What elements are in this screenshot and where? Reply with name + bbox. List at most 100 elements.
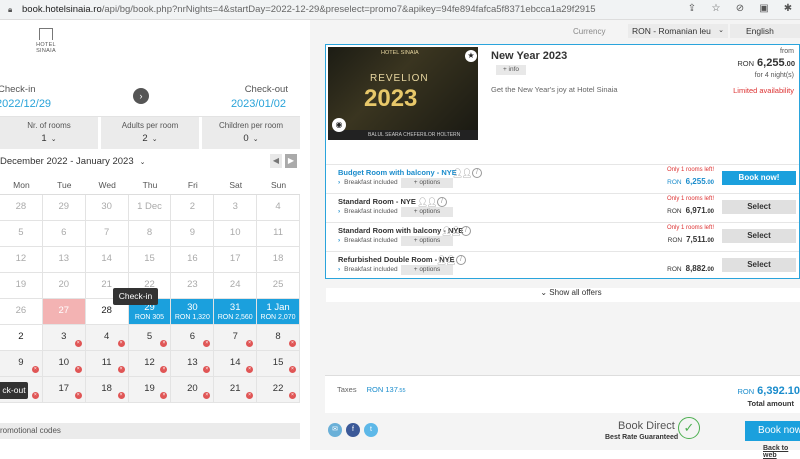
puzzle-icon[interactable]: ✱ [782, 3, 794, 15]
select-room-button[interactable]: Select [722, 200, 796, 214]
calendar-day[interactable]: 3× [43, 325, 86, 351]
day-number: 6 [61, 227, 66, 238]
adults-select[interactable]: Adults per room 2⌄ [101, 117, 199, 149]
prev-month-icon[interactable]: ◀ [270, 154, 282, 168]
calendar-day[interactable]: 5× [129, 325, 172, 351]
breakfast-toggle[interactable]: Breakfast included [338, 179, 398, 186]
calendar-day[interactable]: 13× [171, 351, 214, 377]
room-row: Budget Room with balcony - NYE Breakfast … [326, 164, 799, 192]
arrow-right-icon[interactable]: › [133, 88, 149, 104]
calendar-day[interactable]: 18× [86, 377, 129, 403]
room-price: RON7,511.00 [668, 235, 714, 244]
day-number: 13 [58, 253, 69, 264]
room-price: RON6,971.00 [667, 206, 714, 215]
share-icon[interactable]: ⇪ [686, 3, 698, 15]
offer-title: New Year 2023 [491, 50, 567, 62]
calendar-day[interactable]: 1 JanRON 2,070 [257, 299, 300, 325]
day-number: 14 [230, 357, 241, 368]
calendar-day[interactable]: 2 [0, 325, 43, 351]
calendar-day[interactable]: 27 [43, 299, 86, 325]
calendar-day[interactable]: 9× [0, 351, 43, 377]
chevron-down-icon: ⌄ [140, 159, 146, 166]
no-tracking-icon[interactable]: ⊘ [734, 3, 746, 15]
no-smoking-icon: / [437, 197, 447, 207]
browser-toolbar: ⇪ ☆ ⊘ ▣ ✱ [686, 3, 794, 15]
day-number: 10 [230, 227, 241, 238]
day-number: 4 [104, 331, 109, 342]
select-room-button[interactable]: Select [722, 229, 796, 243]
back-to-website-link[interactable]: Back to web [763, 445, 800, 459]
checkin-date[interactable]: 2022/12/29 [0, 98, 51, 110]
calendar-day[interactable]: 19× [129, 377, 172, 403]
room-name[interactable]: Budget Room with balcony - NYE [338, 168, 457, 177]
currency-select[interactable]: RON - Romanian leu⌄ [628, 24, 728, 38]
browser-address-bar[interactable]: 🔒︎ book.hotelsinaia.ro/api/bg/book.php?n… [0, 0, 800, 20]
day-number: 20 [58, 279, 69, 290]
calendar-day[interactable]: 7× [214, 325, 257, 351]
language-select[interactable]: English [730, 24, 800, 38]
promotional-codes-toggle[interactable]: romotional codes [0, 423, 300, 439]
options-button[interactable]: + options [401, 265, 453, 275]
extension-icon[interactable]: ▣ [758, 3, 770, 15]
calendar-day[interactable]: 31RON 2,560 [214, 299, 257, 325]
facebook-share-icon[interactable]: f [346, 423, 360, 437]
calendar-day[interactable]: 10× [43, 351, 86, 377]
rooms-count-select[interactable]: Nr. of rooms 1⌄ [0, 117, 98, 149]
calendar-day: 14 [86, 247, 129, 273]
room-name[interactable]: Standard Room - NYE [338, 197, 416, 206]
footer-actions: ✉ f t Book Direct Best Rate Guaranteed ✓… [325, 415, 800, 450]
checkout-date[interactable]: 2023/01/02 [231, 98, 286, 110]
from-label: from [780, 48, 794, 55]
options-button[interactable]: + options [401, 207, 453, 217]
rooms-left: Only 1 rooms left! [667, 196, 714, 202]
calendar-day[interactable]: 6× [171, 325, 214, 351]
calendar-day[interactable]: 8× [257, 325, 300, 351]
calendar-day[interactable]: 11× [86, 351, 129, 377]
children-select[interactable]: Children per room 0⌄ [202, 117, 300, 149]
info-button[interactable]: + info [496, 65, 526, 75]
calendar-day[interactable]: 17× [43, 377, 86, 403]
day-number: 23 [187, 279, 198, 290]
calendar-day: 25 [257, 273, 300, 299]
unavailable-icon: × [32, 392, 39, 399]
bookmark-star-icon[interactable]: ☆ [710, 3, 722, 15]
calendar-day[interactable]: 14× [214, 351, 257, 377]
unavailable-icon: × [246, 392, 253, 399]
options-button[interactable]: + options [401, 236, 453, 246]
day-number: 24 [230, 279, 241, 290]
hotel-logo[interactable]: HOTEL SINAIA [26, 28, 66, 54]
calendar-day[interactable]: 4× [86, 325, 129, 351]
breakfast-toggle[interactable]: Breakfast included [338, 237, 398, 244]
next-month-icon[interactable]: ▶ [285, 154, 297, 168]
show-all-offers-link[interactable]: ⌄ Show all offers [326, 288, 800, 302]
email-share-icon[interactable]: ✉ [328, 423, 342, 437]
breakfast-toggle[interactable]: Breakfast included [338, 208, 398, 215]
offer-image[interactable]: HOTEL SINAIA REVELION 2023 BALUL SEARA C… [328, 47, 478, 140]
day-number: 21 [230, 383, 241, 394]
calendar-day[interactable]: 20× [171, 377, 214, 403]
chevron-down-icon: ⌄ [540, 288, 549, 297]
book-now-button[interactable]: Book now [745, 421, 800, 441]
checkout-tooltip: ck-out [0, 382, 28, 399]
options-button[interactable]: + options [401, 178, 453, 188]
breakfast-toggle[interactable]: Breakfast included [338, 266, 398, 273]
calendar-day[interactable]: 21 × [214, 377, 257, 403]
eye-icon[interactable]: ◉ [332, 118, 346, 132]
twitter-share-icon[interactable]: t [364, 423, 378, 437]
persons-icon: 👤︎👤︎ [417, 197, 436, 208]
day-number: 26 [16, 305, 27, 316]
calendar-day[interactable]: 15× [257, 351, 300, 377]
weekday-label: Fri [171, 180, 214, 194]
day-number: 11 [273, 227, 283, 238]
select-room-button[interactable]: Select [722, 258, 796, 272]
month-select[interactable]: December 2022 - January 2023⌄ [0, 156, 145, 167]
room-row: Standard Room with balcony - NYEBreakfas… [326, 222, 799, 250]
url-text[interactable]: book.hotelsinaia.ro/api/bg/book.php?nrNi… [22, 4, 596, 15]
calendar-day[interactable]: 30RON 1,320 [171, 299, 214, 325]
calendar-day[interactable]: 22× [257, 377, 300, 403]
star-icon[interactable]: ★ [465, 50, 477, 62]
day-number: 3 [233, 201, 238, 212]
unavailable-icon: × [203, 340, 210, 347]
calendar-day[interactable]: 12× [129, 351, 172, 377]
book-now-room-button[interactable]: Book now! [722, 171, 796, 185]
